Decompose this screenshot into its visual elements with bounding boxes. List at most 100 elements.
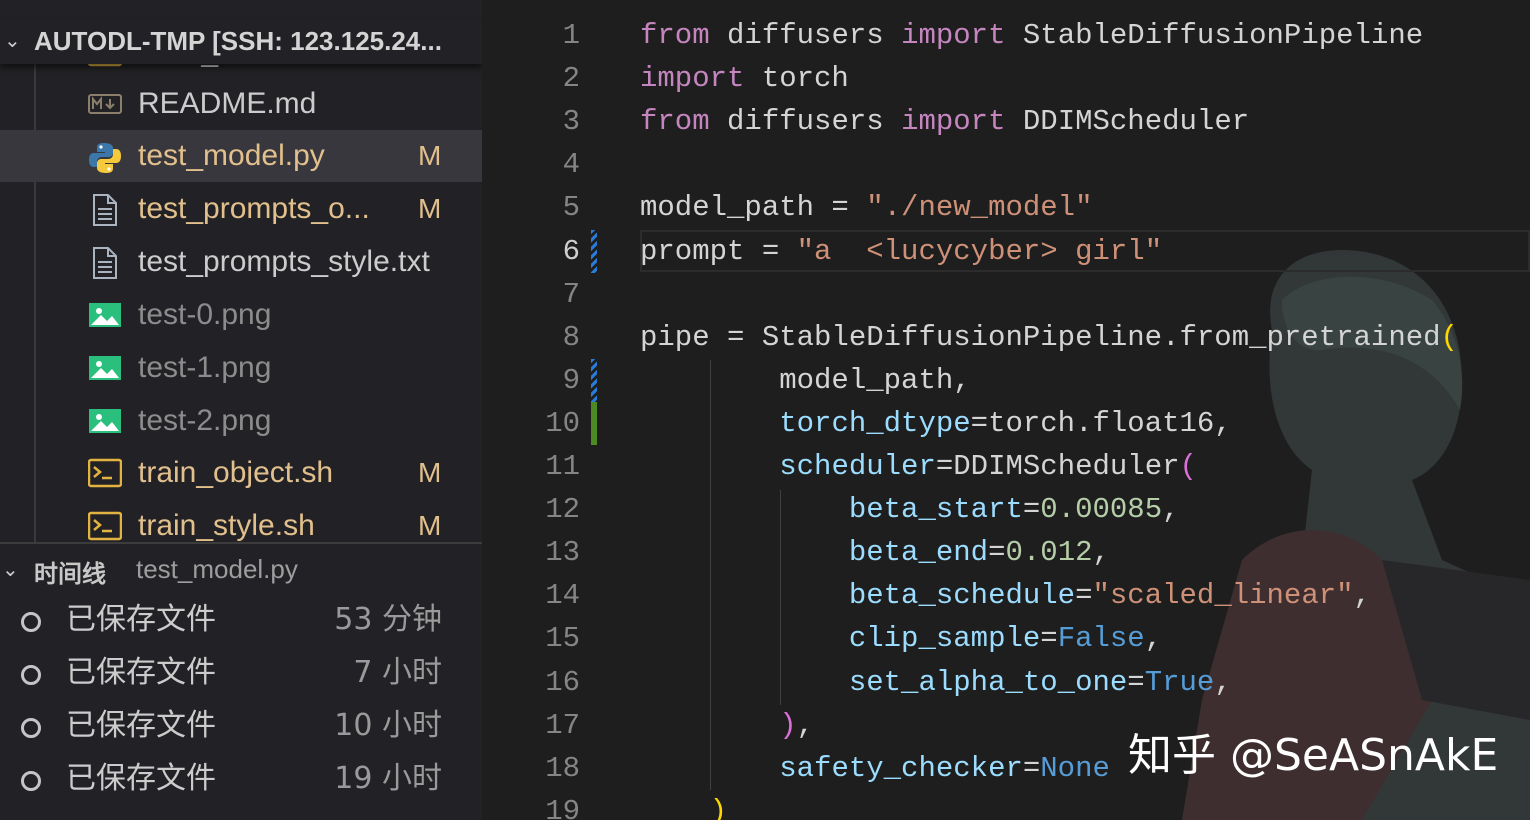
line-number: 17 (545, 708, 580, 742)
code-token: =DDIMScheduler (935, 450, 1180, 483)
code-token: DDIMScheduler (1005, 105, 1250, 139)
timeline-entry[interactable]: 已保存文件 7 小时 (0, 649, 482, 701)
file-item[interactable]: test-2.png (0, 395, 482, 447)
git-modified-marker (591, 358, 597, 402)
git-modified-marker (591, 229, 597, 273)
code-token: torch_dtype (779, 406, 971, 440)
line-number: 14 (545, 579, 580, 613)
file-item[interactable]: test_model.py M (0, 130, 482, 182)
line-number: 19 (545, 794, 580, 820)
code-token: clip_sample (848, 622, 1041, 656)
file-item[interactable]: test-0.png (0, 289, 482, 341)
file-item[interactable]: test_prompts_o... M (0, 183, 482, 235)
line-number: 1 (562, 19, 580, 52)
code-token: scheduler (779, 450, 936, 483)
line-number: 4 (562, 148, 580, 182)
git-modified-badge: M (418, 193, 442, 224)
code-token: ) (779, 708, 797, 742)
code-token: , (1162, 493, 1180, 527)
git-modified-badge: M (418, 510, 442, 541)
code-line: model_path = "./new_model" (640, 186, 1093, 229)
code-line: ), (640, 704, 814, 747)
timeline-entry[interactable]: 已保存文件 19 小时 (0, 755, 482, 807)
code-token: ) (709, 794, 728, 820)
timeline-entry-time: 53 分钟 (334, 602, 442, 637)
file-item[interactable]: README.md (0, 78, 482, 130)
file-item[interactable]: train_object.sh M (0, 447, 482, 499)
line-number: 3 (562, 105, 580, 139)
line-number: 18 (545, 751, 580, 785)
file-item[interactable]: test_prompts_style.txt (0, 236, 482, 288)
code-token: import (901, 105, 1006, 139)
circle-icon (21, 612, 41, 632)
code-line: from diffusers import StableDiffusionPip… (640, 14, 1423, 57)
file-name: test-0.png (138, 298, 272, 331)
code-line: pipe = StableDiffusionPipeline.from_pret… (640, 316, 1458, 359)
circle-icon (21, 665, 41, 685)
text-file-icon (88, 247, 122, 279)
code-token: = (988, 536, 1006, 570)
timeline-entry-time: 7 小时 (353, 655, 442, 690)
code-token: from (640, 105, 710, 139)
file-name: test_model.py (138, 139, 325, 172)
timeline-entry[interactable]: 已保存文件 10 小时 (0, 702, 482, 754)
line-number: 15 (545, 622, 580, 656)
code-token: 0.012 (1005, 536, 1093, 570)
file-tree: back_train.shREADME.mdtest_model.pyMtest… (0, 44, 482, 542)
line-number-gutter: 1 2 3 4 5 6 7 8 9 10 11 12 13 14 15 16 17 18 19 (482, 0, 597, 820)
timeline-entry[interactable]: 已保存文件 53 分钟 (0, 596, 482, 648)
code-token: , (1214, 665, 1232, 699)
code-token: diffusers (709, 19, 902, 52)
code-token: "a <lucycyber> girl" (796, 234, 1163, 268)
timeline-header[interactable]: ⌄ 时间线 test_model.py (0, 542, 482, 596)
code-token: True (1144, 665, 1215, 699)
folder-title: AUTODL-TMP [SSH: 123.125.24... (34, 26, 442, 56)
circle-icon (21, 771, 41, 791)
code-token: , (1092, 536, 1110, 570)
line-number: 13 (545, 536, 580, 570)
code-line: set_alpha_to_one=True, (640, 661, 1232, 704)
code-token: = (1127, 665, 1145, 699)
code-token: model_path = (640, 191, 867, 225)
code-token: diffusers (709, 105, 902, 139)
code-line: scheduler=DDIMScheduler( (640, 445, 1197, 488)
line-number: 10 (545, 406, 580, 440)
timeline-title: 时间线 (34, 560, 106, 588)
timeline-entry-label: 已保存文件 (66, 655, 216, 690)
image-file-icon (88, 300, 122, 330)
explorer-folder-header[interactable]: ⌄ AUTODL-TMP [SSH: 123.125.24... (0, 20, 482, 64)
line-number: 6 (562, 234, 580, 268)
code-line: clip_sample=False, (640, 617, 1162, 660)
code-token: = (1022, 493, 1041, 527)
line-number: 9 (562, 363, 580, 397)
timeline-entry-time: 10 小时 (334, 708, 442, 743)
code-token: import (640, 62, 745, 96)
file-name: test_prompts_o... (138, 192, 370, 225)
code-token: torch (744, 62, 849, 96)
file-name: README.md (138, 87, 317, 120)
timeline-entry-label: 已保存文件 (66, 602, 216, 637)
code-editor[interactable]: 1 2 3 4 5 6 7 8 9 10 11 12 13 14 15 16 17 18 19 from diffu… (482, 0, 1530, 820)
file-item[interactable]: train_style.sh M (0, 500, 482, 542)
git-modified-badge: M (418, 457, 442, 488)
code-token: = (1022, 751, 1041, 785)
timeline-file-label: test_model.py (136, 554, 298, 584)
image-file-icon (88, 406, 122, 436)
timeline-entry-label: 已保存文件 (66, 761, 216, 796)
file-item[interactable]: test-1.png (0, 342, 482, 394)
code-token: = (1075, 579, 1093, 613)
code-token: model_path, (640, 363, 971, 397)
text-file-icon (88, 194, 122, 226)
code-token: beta_start (848, 493, 1023, 527)
shell-script-icon (87, 511, 123, 541)
line-number: 11 (545, 450, 580, 483)
line-number: 16 (545, 665, 580, 699)
markdown-icon (88, 89, 122, 119)
code-token: from (640, 19, 710, 52)
code-token: 0.00085 (1040, 493, 1163, 527)
code-line: prompt = "a <lucycyber> girl" (640, 230, 1162, 273)
